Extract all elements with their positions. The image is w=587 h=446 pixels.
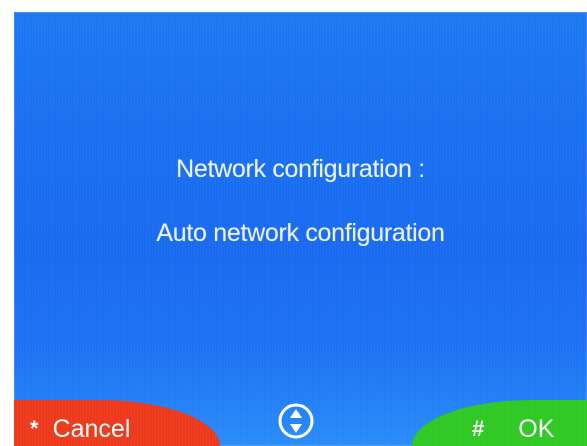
ok-label: OK	[518, 414, 555, 443]
setting-title: Network configuration :	[176, 155, 425, 183]
cancel-softkey[interactable]: * Cancel	[14, 400, 220, 446]
display-screen: Network configuration : Auto network con…	[14, 12, 587, 446]
device-frame: Network configuration : Auto network con…	[0, 0, 587, 446]
cancel-label: Cancel	[52, 414, 131, 443]
ok-softkey[interactable]: # OK	[412, 400, 587, 446]
up-down-navigation-icon[interactable]	[277, 402, 315, 440]
hash-key-icon: #	[472, 416, 485, 441]
setting-value[interactable]: Auto network configuration	[14, 219, 587, 248]
star-key-icon: *	[30, 416, 39, 441]
